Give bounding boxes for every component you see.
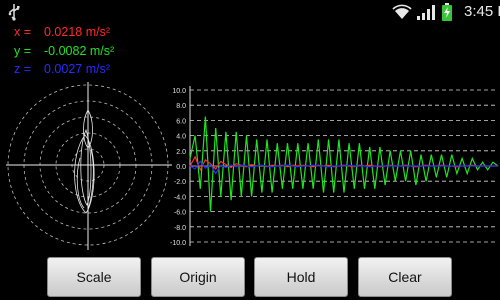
hold-button[interactable]: Hold [254,257,348,297]
usb-icon [8,4,20,21]
y-tick-label: -10.0 [170,240,186,247]
series-line [189,155,498,172]
polar-plot [6,82,172,250]
battery-charging-icon [442,3,452,21]
acceleration-time-plot: 10.0 8.0 6.0 4.0 2.0 0.0 -2.0 -4.0 -6.0 -8.0 -10.0 [170,86,499,247]
y-tick-label: 4.0 [176,134,186,141]
y-tick-label: -8.0 [174,225,186,232]
scale-button[interactable]: Scale [47,257,141,297]
z-label: z = [14,62,32,76]
y-tick-label: 10.0 [172,88,186,95]
y-readout: y = -0.0082 m/s² [14,44,114,60]
status-clock: 3:45 PM [464,3,500,20]
status-bar: 3:45 PM [0,0,500,24]
y-tick-label: -4.0 [174,194,186,201]
y-tick-label: 6.0 [176,118,186,125]
polar-trace [74,109,95,214]
z-value: 0.0027 m/s² [44,62,111,76]
clear-button[interactable]: Clear [358,257,452,297]
z-readout: z = 0.0027 m/s² [14,62,110,78]
x-readout: x = 0.0218 m/s² [14,25,110,41]
y-tick-label: 0.0 [176,164,186,171]
y-tick-label: 2.0 [176,149,186,156]
plot-series [189,116,499,212]
y-label: y = [14,44,32,58]
y-tick-label: -2.0 [174,179,186,186]
x-label: x = [14,25,32,39]
x-value: 0.0218 m/s² [44,25,111,39]
wifi-icon [392,4,412,19]
y-value: -0.0082 m/s² [44,44,115,58]
y-tick-labels: 10.0 8.0 6.0 4.0 2.0 0.0 -2.0 -4.0 -6.0 -8.0 -10.0 [170,88,186,247]
signal-icon [417,5,435,20]
y-tick-label: 8.0 [176,103,186,110]
origin-button[interactable]: Origin [151,257,245,297]
y-tick-label: -6.0 [174,210,186,217]
